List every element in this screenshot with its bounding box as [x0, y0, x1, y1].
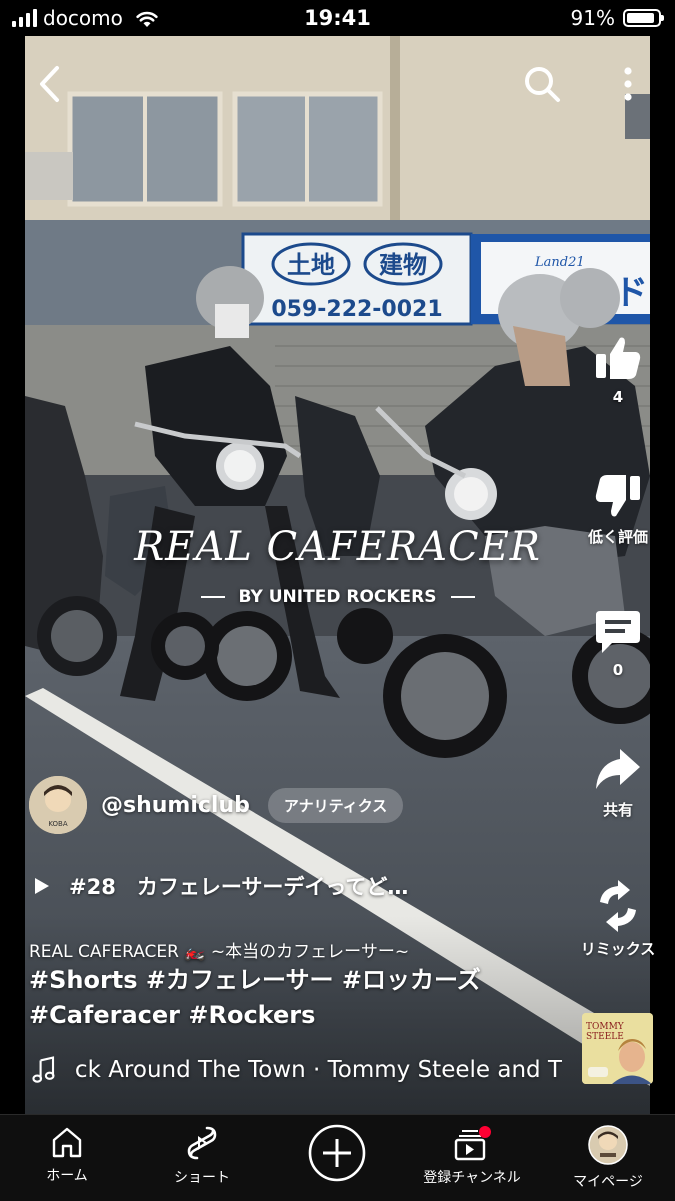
nav-home-label: ホーム [46, 1168, 88, 1184]
nav-subscriptions-label: 登録チャンネル [423, 1170, 521, 1186]
status-right: 91% [570, 6, 664, 30]
thumbs-up-icon [596, 337, 641, 379]
album-art[interactable]: TOMMY STEELE [582, 1013, 653, 1084]
battery-icon [623, 9, 664, 27]
video-overlay-subtitle-text: BY UNITED ROCKERS [238, 587, 437, 607]
subtitle-dash-right [450, 596, 475, 598]
shorts-icon [187, 1126, 217, 1160]
remix-icon [600, 880, 636, 932]
like-button[interactable]: 4 [578, 334, 658, 406]
share-icon [596, 749, 640, 789]
channel-row: KOBA @shumiclub アナリティクス [29, 776, 404, 834]
music-track[interactable]: ck Around The Town · Tommy Steele and T [32, 1053, 562, 1087]
home-icon [52, 1127, 82, 1158]
hashtags-line-2: #Caferacer #Rockers [29, 1001, 316, 1029]
hashtags-line-1: #Shorts #カフェレーサー #ロッカーズ [29, 966, 481, 994]
remix-label: リミックス [580, 940, 656, 958]
search-button[interactable] [520, 62, 564, 106]
album-art-image: TOMMY STEELE [582, 1013, 653, 1084]
sign-logo: Land21 [534, 255, 585, 270]
status-bar: docomo 19:41 91% [0, 0, 675, 36]
nav-shorts-label: ショート [174, 1170, 230, 1186]
back-button[interactable] [28, 62, 72, 106]
thumbs-down-icon [595, 475, 640, 517]
analytics-button[interactable]: アナリティクス [267, 787, 404, 823]
linked-video[interactable]: #28 カフェレーサーデイってど… [33, 871, 408, 901]
more-options-button[interactable] [606, 62, 650, 106]
share-button[interactable]: 共有 [578, 745, 658, 820]
avatar-text: KOBA [48, 820, 68, 828]
nav-subscriptions[interactable]: 登録チャンネル [412, 1125, 532, 1187]
comments-button[interactable]: 0 [578, 607, 658, 679]
album-title-2: STEELE [586, 1032, 624, 1042]
dislike-label: 低く評価 [587, 528, 648, 546]
video-overlay-title: REAL CAFERACER [134, 524, 541, 570]
notification-dot [479, 1126, 491, 1138]
subscriptions-icon [454, 1126, 491, 1161]
back-arrow-icon [40, 66, 59, 102]
create-plus-icon [308, 1124, 366, 1182]
avatar-illustration: KOBA [29, 776, 87, 834]
sign-phone: 059-222-0021 [271, 297, 442, 322]
remix-button[interactable]: リミックス [578, 880, 658, 959]
album-title-1: TOMMY [586, 1022, 625, 1032]
dislike-button[interactable]: 低く評価 [578, 472, 658, 547]
music-track-text: ck Around The Town · Tommy Steele and T [74, 1057, 562, 1083]
more-vertical-icon [624, 67, 632, 101]
share-label: 共有 [602, 801, 633, 819]
sign-text-land: 土地 [287, 251, 335, 279]
subtitle-dash-left [200, 596, 225, 598]
channel-avatar[interactable]: KOBA [29, 776, 87, 834]
bottom-navigation: ホーム ショート 登録チャンネル マイページ [0, 1114, 675, 1201]
nav-my-page[interactable]: マイページ [566, 1125, 650, 1191]
battery-fill [627, 13, 655, 23]
nav-my-page-label: マイページ [573, 1174, 643, 1190]
video-description[interactable]: REAL CAFERACER 🏍️ ~本当のカフェレーサー~ #Shorts #… [29, 937, 589, 1032]
comment-icon [596, 611, 640, 653]
search-icon [525, 67, 560, 102]
description-line: REAL CAFERACER 🏍️ ~本当のカフェレーサー~ [29, 942, 410, 962]
battery-percent: 91% [570, 6, 615, 30]
nav-shorts[interactable]: ショート [166, 1125, 238, 1187]
like-count: 4 [612, 388, 624, 406]
play-icon [35, 878, 49, 894]
profile-avatar-icon [588, 1125, 628, 1165]
video-overlay-subtitle: BY UNITED ROCKERS [25, 587, 650, 607]
sign-text-building: 建物 [379, 251, 427, 279]
nav-home[interactable]: ホーム [36, 1125, 98, 1185]
music-note-icon [32, 1056, 55, 1083]
comment-count: 0 [612, 661, 624, 679]
linked-video-title: #28 カフェレーサーデイってど… [69, 875, 409, 899]
channel-name[interactable]: @shumiclub [101, 793, 250, 818]
nav-create[interactable] [306, 1123, 368, 1183]
